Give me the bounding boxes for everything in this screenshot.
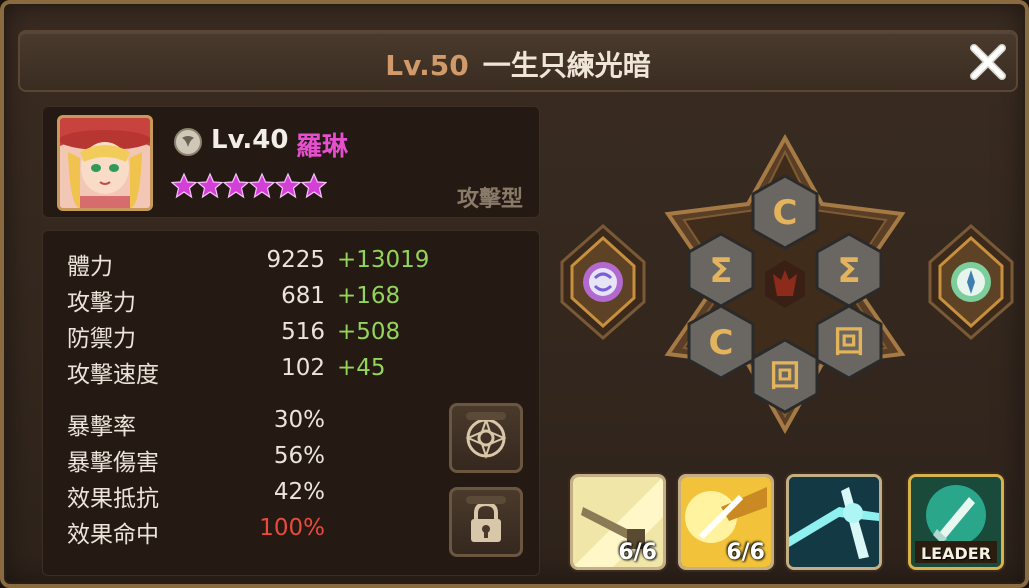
stat-label: 暴擊傷害 <box>67 450 159 476</box>
stat-row: 效果抵抗 42% <box>43 479 443 513</box>
stat-label: 效果抵抗 <box>67 486 159 512</box>
star-icon <box>171 167 197 205</box>
close-icon <box>970 44 1006 80</box>
artifact-slot-right[interactable] <box>926 222 1016 342</box>
skill-1[interactable]: 6/6 <box>570 474 666 570</box>
artifact-attribute-icon <box>560 224 646 340</box>
hero-type: 攻擊型 <box>456 187 523 212</box>
skill-3-icon <box>789 477 879 567</box>
star-icon <box>197 167 223 205</box>
stat-base-value: 9225 <box>266 247 325 273</box>
hero-info-panel: Lv.50 一生只練光暗 Lv.40 羅琳 攻擊型 體力 9225 +13019… <box>0 0 1029 588</box>
stat-bonus-value: +508 <box>337 319 401 345</box>
title-name: 一生只練光暗 <box>482 49 651 82</box>
stat-base-value: 102 <box>281 355 325 381</box>
title-bar: Lv.50 一生只練光暗 <box>18 30 1018 92</box>
stat-base-value: 42% <box>273 479 325 505</box>
stat-bonus-value: +168 <box>337 283 401 309</box>
star-icon <box>275 167 301 205</box>
svg-text:C: C <box>709 323 734 363</box>
hero-level: Lv.40 <box>211 125 289 155</box>
stat-base-value: 681 <box>281 283 325 309</box>
hero-portrait[interactable] <box>57 115 153 211</box>
stat-row: 攻擊速度 102 +45 <box>43 355 443 389</box>
skill-2-level: 6/6 <box>726 540 765 565</box>
stat-label: 攻擊力 <box>67 290 136 316</box>
stat-label: 攻擊速度 <box>67 362 159 388</box>
skill-1-level: 6/6 <box>618 540 657 565</box>
svg-text:回: 回 <box>770 359 800 394</box>
hero-name: 羅琳 <box>296 132 349 162</box>
hero-summary: Lv.40 羅琳 攻擊型 <box>42 106 540 218</box>
skill-3[interactable] <box>786 474 882 570</box>
svg-text:C: C <box>773 193 798 233</box>
leader-skill[interactable]: LEADER <box>908 474 1004 570</box>
svg-text:Σ: Σ <box>837 251 860 291</box>
stat-row: 攻擊力 681 +168 <box>43 283 443 317</box>
stat-base-value: 56% <box>273 443 325 469</box>
stat-base-value: 100% <box>259 515 325 541</box>
star-icon <box>223 167 249 205</box>
lock-button[interactable] <box>449 487 523 557</box>
rune-view-icon <box>465 416 507 460</box>
stat-row: 暴擊率 30% <box>43 407 443 441</box>
stat-row: 暴擊傷害 56% <box>43 443 443 477</box>
title-level: Lv.50 <box>385 49 469 82</box>
stat-base-value: 516 <box>281 319 325 345</box>
lock-icon <box>471 501 501 542</box>
svg-text:Σ: Σ <box>709 251 732 291</box>
stats-panel: 體力 9225 +13019 攻擊力 681 +168 防禦力 516 +508 攻擊速度 102 +… <box>42 230 540 576</box>
page-title: Lv.50 一生只練光暗 <box>20 44 1016 84</box>
stat-row: 體力 9225 +13019 <box>43 247 443 281</box>
stat-label: 體力 <box>67 254 113 280</box>
stat-row: 效果命中 100% <box>43 515 443 549</box>
stat-label: 防禦力 <box>67 326 136 352</box>
stat-base-value: 30% <box>273 407 325 433</box>
artifact-slot-left[interactable] <box>558 222 648 342</box>
skill-2[interactable]: 6/6 <box>678 474 774 570</box>
svg-text:回: 回 <box>834 325 864 360</box>
leader-badge: LEADER <box>920 544 992 563</box>
attribute-icon <box>173 127 203 157</box>
close-button[interactable] <box>966 40 1010 84</box>
stat-bonus-value: +13019 <box>337 247 430 273</box>
rune-view-button[interactable] <box>449 403 523 473</box>
star-icon <box>249 167 275 205</box>
stat-row: 防禦力 516 +508 <box>43 319 443 353</box>
hero-stars <box>171 167 327 205</box>
stat-bonus-value: +45 <box>337 355 386 381</box>
rune-board: C Σ 回 回 C Σ <box>654 133 916 435</box>
stat-label: 暴擊率 <box>67 414 136 440</box>
star-icon <box>301 167 327 205</box>
artifact-type-icon <box>928 224 1014 340</box>
stat-label: 效果命中 <box>67 522 159 548</box>
